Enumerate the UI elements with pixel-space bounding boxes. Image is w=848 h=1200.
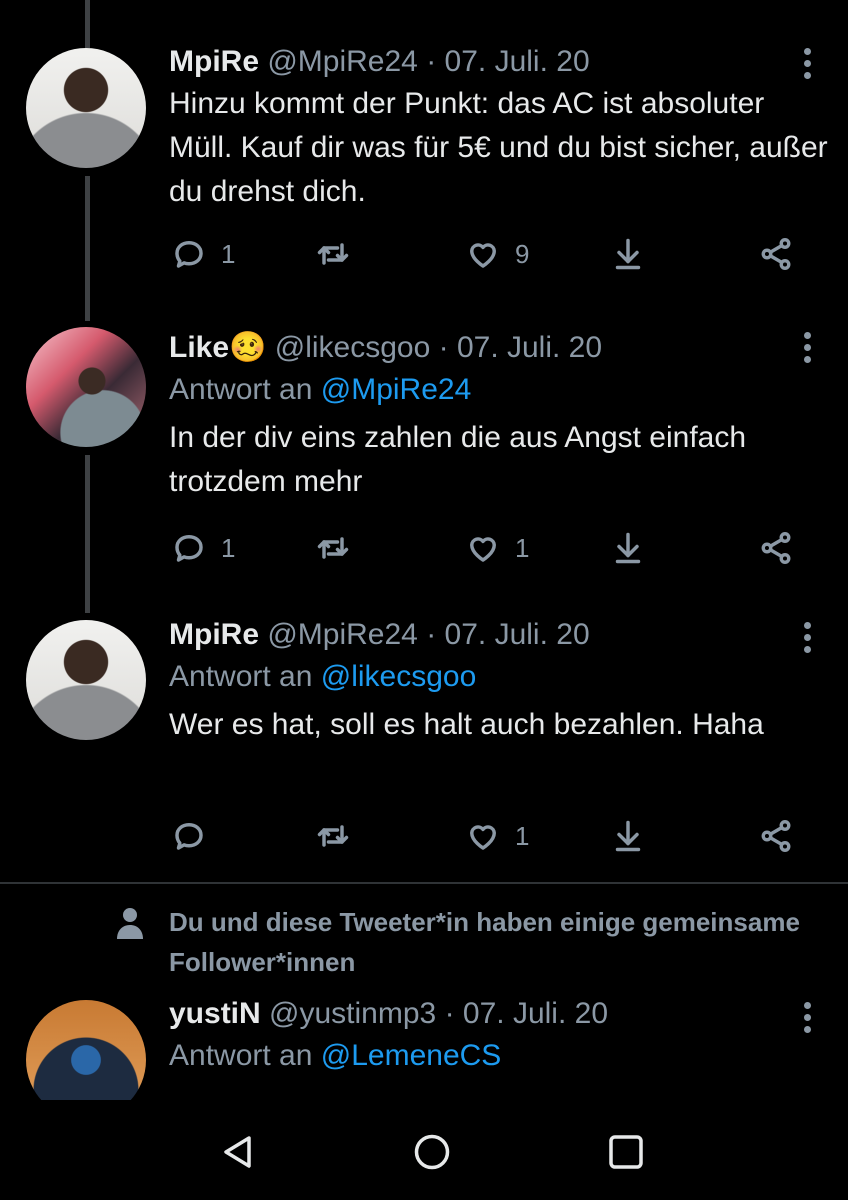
reply-icon xyxy=(175,241,203,268)
user-handle[interactable]: @likecsgoo xyxy=(275,331,431,364)
more-options-icon[interactable] xyxy=(804,332,812,363)
reply-count: 1 xyxy=(221,238,236,269)
retweet-button[interactable] xyxy=(315,530,365,566)
tweet-date[interactable]: 07. Juli. 20 xyxy=(457,331,602,364)
separator: · xyxy=(444,997,455,1030)
like-count: 1 xyxy=(515,820,530,851)
reply-prefix: Antwort an xyxy=(169,660,313,693)
tweet[interactable]: Like🥴 @likecsgoo · 07. Juli. 20 Antwort … xyxy=(0,300,848,590)
reply-count: 1 xyxy=(221,532,236,563)
reply-to-link[interactable]: @LemeneCS xyxy=(321,1039,502,1072)
share-icon xyxy=(761,820,791,852)
tweet-text: Wer es hat, soll es halt auch bezahlen. … xyxy=(169,708,764,741)
user-handle[interactable]: @yustinmp3 xyxy=(269,997,436,1030)
recents-icon[interactable] xyxy=(606,1132,646,1172)
tweet-header: Like🥴 @likecsgoo · 07. Juli. 20 xyxy=(169,330,828,366)
user-name[interactable]: MpiRe xyxy=(169,45,259,78)
reply-to-link[interactable]: @MpiRe24 xyxy=(321,373,472,406)
retweet-button[interactable] xyxy=(315,818,365,854)
tweet[interactable]: MpiRe @MpiRe24 · 07. Juli. 20 Antwort an… xyxy=(0,590,848,880)
separator: · xyxy=(426,45,437,78)
section-divider xyxy=(0,882,848,884)
like-button[interactable]: 1 xyxy=(465,818,529,854)
tweet-date[interactable]: 07. Juli. 20 xyxy=(445,618,590,651)
user-name[interactable]: Like xyxy=(169,331,229,364)
user-handle[interactable]: @MpiRe24 xyxy=(267,45,418,78)
download-icon xyxy=(615,238,641,270)
like-count: 9 xyxy=(515,238,530,269)
reply-icon xyxy=(175,535,203,562)
back-icon[interactable] xyxy=(218,1132,258,1172)
reply-context: Antwort an @MpiRe24 xyxy=(169,370,828,410)
like-count: 1 xyxy=(515,532,530,563)
share-button[interactable] xyxy=(758,818,794,854)
heart-icon xyxy=(470,825,496,850)
tweet[interactable]: MpiRe @MpiRe24 · 07. Juli. 20 Hinzu komm… xyxy=(0,0,848,300)
more-options-icon[interactable] xyxy=(804,1002,812,1033)
reply-prefix: Antwort an xyxy=(169,373,313,406)
reply-button[interactable] xyxy=(171,818,221,854)
separator: · xyxy=(438,331,449,364)
reply-to-link[interactable]: @likecsgoo xyxy=(321,660,477,693)
reply-button[interactable]: 1 xyxy=(171,530,235,566)
user-handle[interactable]: @MpiRe24 xyxy=(267,618,418,651)
tweet-text: In der div eins zahlen die aus Angst ein… xyxy=(169,421,747,498)
system-navigation-bar xyxy=(0,1100,848,1200)
avatar[interactable] xyxy=(26,620,146,740)
avatar[interactable] xyxy=(26,327,146,447)
home-icon[interactable] xyxy=(412,1132,452,1172)
download-button[interactable] xyxy=(610,818,646,854)
heart-icon xyxy=(470,243,496,268)
tweet-date[interactable]: 07. Juli. 20 xyxy=(463,997,608,1030)
retweet-icon xyxy=(317,243,349,265)
more-options-icon[interactable] xyxy=(804,48,812,79)
reply-context: Antwort an @LemeneCS xyxy=(169,1036,828,1076)
action-bar: 1 xyxy=(169,818,808,858)
share-icon xyxy=(761,532,791,564)
retweet-button[interactable] xyxy=(315,236,365,272)
avatar[interactable] xyxy=(26,48,146,168)
action-bar: 1 9 xyxy=(169,236,808,276)
share-button[interactable] xyxy=(758,236,794,272)
reply-context: Antwort an @likecsgoo xyxy=(169,657,828,697)
download-button[interactable] xyxy=(610,236,646,272)
heart-icon xyxy=(470,537,496,562)
reply-icon xyxy=(175,823,203,850)
reply-prefix: Antwort an xyxy=(169,1039,313,1072)
tweet[interactable]: yustiN @yustinmp3 · 07. Juli. 20 Antwort… xyxy=(0,990,848,1100)
tweet-header: MpiRe @MpiRe24 · 07. Juli. 20 xyxy=(169,44,828,80)
more-options-icon[interactable] xyxy=(804,622,812,653)
download-button[interactable] xyxy=(610,530,646,566)
avatar[interactable] xyxy=(26,1000,146,1100)
download-icon xyxy=(615,820,641,852)
tweet-text: Hinzu kommt der Punkt: das AC ist absolu… xyxy=(169,87,828,208)
separator: · xyxy=(426,618,437,651)
share-icon xyxy=(761,238,791,270)
download-icon xyxy=(615,532,641,564)
user-name[interactable]: MpiRe xyxy=(169,618,259,651)
like-button[interactable]: 1 xyxy=(465,530,529,566)
tweet-header: MpiRe @MpiRe24 · 07. Juli. 20 xyxy=(169,617,828,653)
reply-button[interactable]: 1 xyxy=(171,236,235,272)
mutual-followers-notice: Du und diese Tweeter*in haben einige gem… xyxy=(169,907,800,977)
user-name-emoji: 🥴 xyxy=(229,331,267,364)
retweet-icon xyxy=(317,537,349,559)
like-button[interactable]: 9 xyxy=(465,236,529,272)
action-bar: 1 1 xyxy=(169,530,808,570)
user-name[interactable]: yustiN xyxy=(169,997,261,1030)
retweet-icon xyxy=(317,825,349,847)
share-button[interactable] xyxy=(758,530,794,566)
tweet-header: yustiN @yustinmp3 · 07. Juli. 20 xyxy=(169,996,828,1032)
person-icon xyxy=(117,908,143,939)
tweet-date[interactable]: 07. Juli. 20 xyxy=(445,45,590,78)
